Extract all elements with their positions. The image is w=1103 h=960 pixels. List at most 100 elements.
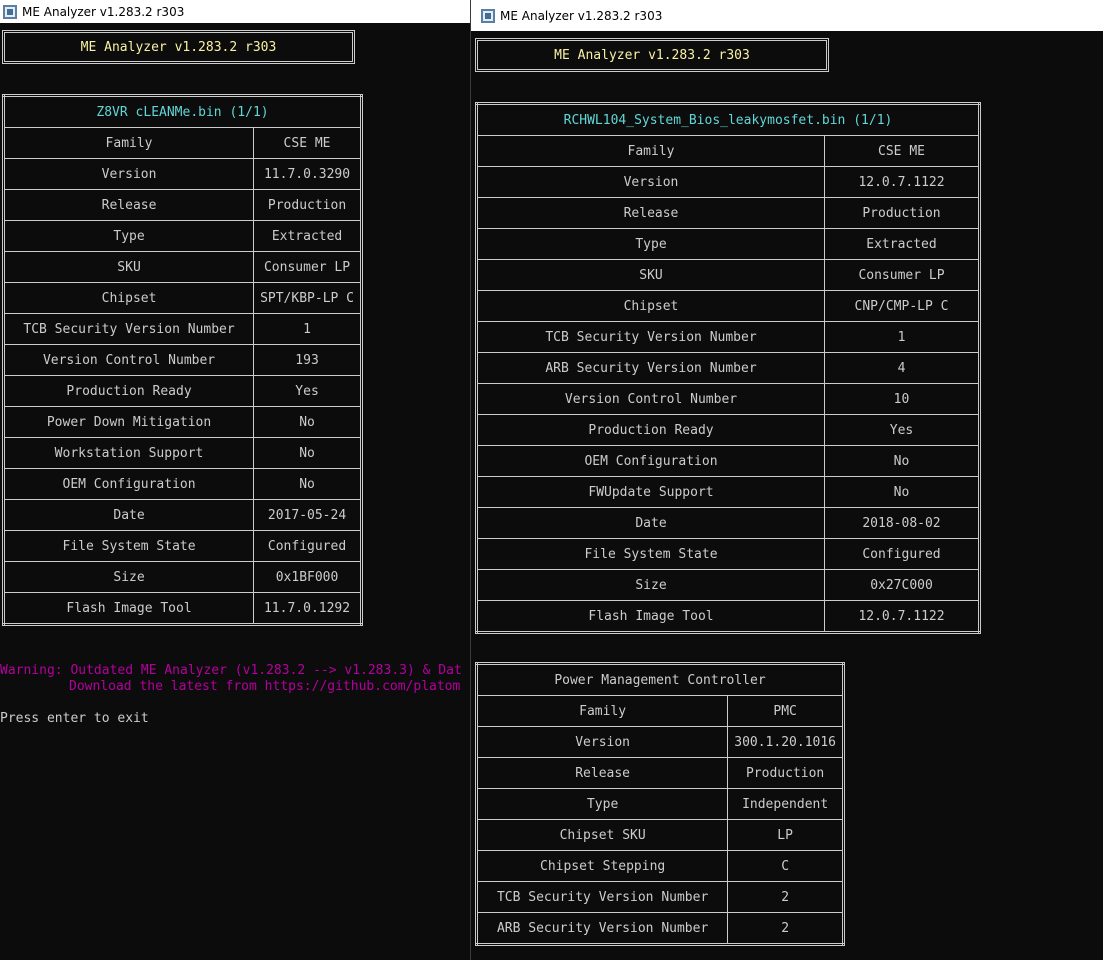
field-name-cell: Type <box>2 220 255 252</box>
field-value-cell: Configured <box>253 530 362 562</box>
table-row: Chipset SKU LP <box>475 819 844 851</box>
table-row: Power Down Mitigation No <box>2 406 362 438</box>
field-name-cell: Date <box>476 507 825 539</box>
field-name-cell: TCB Security Version Number <box>475 881 729 913</box>
field-value-cell: 2017-05-24 <box>253 499 362 531</box>
field-name-cell: Type <box>476 228 825 260</box>
field-name-cell: Date <box>2 499 255 531</box>
field-value-cell: CSE ME <box>824 135 980 167</box>
table-row: Version 300.1.20.1016 <box>475 726 844 758</box>
table-header-row: RCHWL104_System_Bios_leakymosfet.bin (1/… <box>476 103 980 136</box>
field-name-cell: SKU <box>2 251 255 283</box>
table-row: Workstation Support No <box>2 437 362 469</box>
field-value-cell: 10 <box>824 383 980 415</box>
field-value-cell: Independent <box>727 788 844 820</box>
table-row: File System State Configured <box>476 538 980 570</box>
table-row: TCB Security Version Number 1 <box>476 321 980 353</box>
table-row: Version 12.0.7.1122 <box>476 166 980 198</box>
app-icon <box>481 8 495 23</box>
field-name-cell: TCB Security Version Number <box>476 321 825 353</box>
table-row: Size 0x1BF000 <box>2 561 362 593</box>
field-value-cell: No <box>253 468 362 500</box>
warning-line-2: Download the latest from https://github.… <box>69 679 461 694</box>
table-row: OEM Configuration No <box>476 445 980 477</box>
table-row: Release Production <box>476 197 980 229</box>
field-name-cell: Size <box>476 569 825 601</box>
field-name-cell: Flash Image Tool <box>2 592 255 625</box>
table-row: Version 11.7.0.3290 <box>2 158 362 190</box>
field-name-cell: Version Control Number <box>2 344 255 376</box>
field-value-cell: 12.0.7.1122 <box>824 166 980 198</box>
field-value-cell: No <box>253 406 362 438</box>
field-name-cell: File System State <box>476 538 825 570</box>
field-value-cell: Consumer LP <box>253 251 362 283</box>
field-name-cell: Version Control Number <box>476 383 825 415</box>
field-name-cell: Family <box>475 695 729 727</box>
field-name-cell: Family <box>2 127 255 159</box>
right-console-window: ME Analyzer v1.283.2 r303 ME Analyzer v1… <box>470 0 1103 960</box>
table-row: Chipset SPT/KBP-LP C <box>2 282 362 314</box>
field-name-cell: OEM Configuration <box>2 468 255 500</box>
field-name-cell: Production Ready <box>476 414 825 446</box>
field-value-cell: Yes <box>253 375 362 407</box>
table-row: Production Ready Yes <box>476 414 980 446</box>
table-row: OEM Configuration No <box>2 468 362 500</box>
field-name-cell: Size <box>2 561 255 593</box>
field-value-cell: No <box>253 437 362 469</box>
pmc-table: Power Management Controller Family PMC Vers… <box>475 662 845 946</box>
field-name-cell: TCB Security Version Number <box>2 313 255 345</box>
field-value-cell: 193 <box>253 344 362 376</box>
field-name-cell: ARB Security Version Number <box>475 912 729 945</box>
field-value-cell: Yes <box>824 414 980 446</box>
table-row: Chipset CNP/CMP-LP C <box>476 290 980 322</box>
table-row: Family PMC <box>475 695 844 727</box>
field-value-cell: No <box>824 476 980 508</box>
table-row: TCB Security Version Number 2 <box>475 881 844 913</box>
table-row: Production Ready Yes <box>2 375 362 407</box>
table-row: Release Production <box>475 757 844 789</box>
field-name-cell: Chipset SKU <box>475 819 729 851</box>
left-window-titlebar[interactable]: ME Analyzer v1.283.2 r303 <box>0 0 470 23</box>
field-value-cell: Production <box>727 757 844 789</box>
app-icon <box>3 4 17 19</box>
field-name-cell: ARB Security Version Number <box>476 352 825 384</box>
table-row: TCB Security Version Number 1 <box>2 313 362 345</box>
field-name-cell: Power Down Mitigation <box>2 406 255 438</box>
field-value-cell: 1 <box>253 313 362 345</box>
table-row: Flash Image Tool 12.0.7.1122 <box>476 600 980 633</box>
table-row: Version Control Number 193 <box>2 344 362 376</box>
field-name-cell: Release <box>476 197 825 229</box>
field-name-cell: Release <box>475 757 729 789</box>
table-row: File System State Configured <box>2 530 362 562</box>
table-row: FWUpdate Support No <box>476 476 980 508</box>
table-row: Type Independent <box>475 788 844 820</box>
table-row: Date 2018-08-02 <box>476 507 980 539</box>
table-row: Family CSE ME <box>2 127 362 159</box>
right-window-titlebar[interactable]: ME Analyzer v1.283.2 r303 <box>471 0 1103 31</box>
field-value-cell: 2 <box>727 881 844 913</box>
exit-prompt: Press enter to exit <box>0 711 149 726</box>
left-console-window: ME Analyzer v1.283.2 r303 ME Analyzer v1… <box>0 0 470 960</box>
field-value-cell: 12.0.7.1122 <box>824 600 980 633</box>
field-value-cell: 0x27C000 <box>824 569 980 601</box>
right-firmware-table: RCHWL104_System_Bios_leakymosfet.bin (1/… <box>475 102 981 634</box>
table-title: Power Management Controller <box>476 663 844 696</box>
table-row: SKU Consumer LP <box>2 251 362 283</box>
warning-line-1: Warning: Outdated ME Analyzer (v1.283.2 … <box>0 663 462 678</box>
field-value-cell: Extracted <box>253 220 362 252</box>
table-title: RCHWL104_System_Bios_leakymosfet.bin (1/… <box>476 103 980 136</box>
field-name-cell: Chipset <box>2 282 255 314</box>
left-firmware-table: Z8VR cLEANMe.bin (1/1) Family CSE ME Versio… <box>2 94 363 626</box>
field-name-cell: OEM Configuration <box>476 445 825 477</box>
field-name-cell: SKU <box>476 259 825 291</box>
table-row: Date 2017-05-24 <box>2 499 362 531</box>
left-window-title: ME Analyzer v1.283.2 r303 <box>22 4 185 19</box>
table-header-row: Z8VR cLEANMe.bin (1/1) <box>3 95 362 128</box>
field-value-cell: Production <box>824 197 980 229</box>
table-title: Z8VR cLEANMe.bin (1/1) <box>3 95 362 128</box>
field-value-cell: Configured <box>824 538 980 570</box>
field-value-cell: 2018-08-02 <box>824 507 980 539</box>
field-value-cell: C <box>727 850 844 882</box>
table-row: SKU Consumer LP <box>476 259 980 291</box>
field-value-cell: PMC <box>727 695 844 727</box>
